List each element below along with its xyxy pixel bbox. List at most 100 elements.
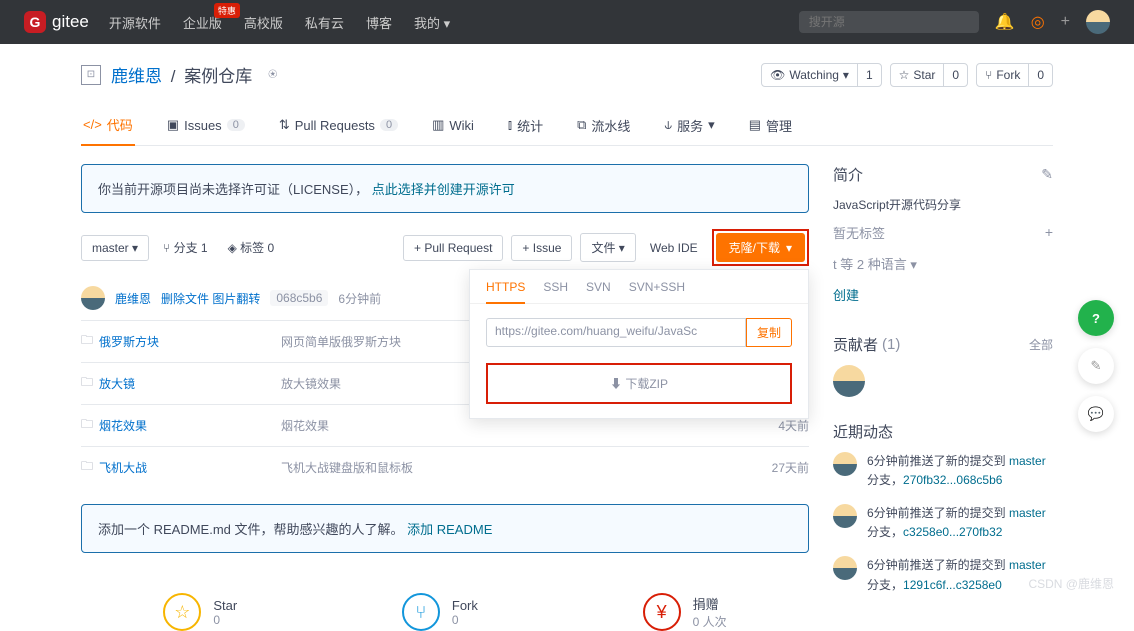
file-row[interactable]: 🗀飞机大战飞机大战键盘版和鼠标板27天前 [81,446,809,488]
contrib-all[interactable]: 全部 [1029,336,1053,353]
commit-message[interactable]: 删除文件 图片翻转 [161,290,260,307]
branch-select[interactable]: master ▾ [81,235,149,261]
nav-enterprise[interactable]: 企业版特惠 [183,13,222,32]
tab-wiki[interactable]: ▥ Wiki [430,105,476,145]
tab-stats[interactable]: ⫾ 统计 [506,105,545,145]
chat-button[interactable]: 💬 [1078,396,1114,432]
folder-icon: 🗀 [81,373,93,394]
file-time: 4天前 [778,417,809,434]
copy-button[interactable]: 复制 [746,318,792,347]
logo-text: gitee [52,12,89,32]
activity-item: 6分钟前推送了新的提交到 master 分支，1291c6f...c3258e0 [833,556,1053,594]
activity-branch[interactable]: master [1009,558,1046,572]
help-button[interactable]: ? [1078,300,1114,336]
tab-issues[interactable]: ▣ Issues 0 [165,105,247,145]
readme-notice: 添加一个 README.md 文件，帮助感兴趣的人了解。 添加 README [81,504,809,553]
commit-time: 6分钟前 [338,290,381,307]
commit-sha[interactable]: 068c5b6 [270,290,328,306]
tab-pipeline[interactable]: ⧉ 流水线 [575,105,632,145]
no-tags: 暂无标签 [833,223,885,242]
activity-hash[interactable]: c3258e0...270fb32 [903,525,1002,539]
branches-link[interactable]: ⑂ 分支 1 [157,234,214,261]
activity-branch[interactable]: master [1009,454,1046,468]
new-pr-button[interactable]: + Pull Request [403,235,503,261]
fork-button[interactable]: ⑂ Fork0 [976,63,1053,87]
file-button[interactable]: 文件 ▾ [580,233,635,262]
license-link[interactable]: 点此选择并创建开源许可 [372,182,515,197]
watermark: CSDN @鹿维恩 [1028,575,1114,592]
tab-code[interactable]: </> 代码 [81,105,135,146]
tab-pr[interactable]: ⇅ Pull Requests 0 [277,105,400,145]
activity-avatar [833,504,857,528]
search-box[interactable] [799,11,979,33]
activity-item: 6分钟前推送了新的提交到 master 分支，c3258e0...270fb32 [833,504,1053,542]
new-issue-button[interactable]: + Issue [511,235,572,261]
repo-tabs: </> 代码 ▣ Issues 0 ⇅ Pull Requests 0 ▥ Wi… [81,105,1053,146]
file-name[interactable]: 放大镜 [99,375,135,392]
star-button[interactable]: ☆ Star0 [890,63,968,87]
repo-icon: ⊡ [81,65,101,85]
plus-icon[interactable]: + [1061,13,1070,31]
gvp-icon: ⍟ [268,66,277,83]
donate-icon: ¥ [643,593,681,631]
repo-title: 鹿维恩 / 案例仓库 [111,62,252,87]
activity-item: 6分钟前推送了新的提交到 master 分支，270fb32...068c5b6 [833,452,1053,490]
tags-link[interactable]: ◈ 标签 0 [222,234,281,261]
clone-highlight: 克隆/下载 ▾ [712,229,809,266]
file-msg: 烟花效果 [281,417,778,434]
nav-edu[interactable]: 高校版 [244,13,283,32]
add-readme-link[interactable]: 添加 README [407,522,492,537]
logo[interactable]: G gitee [24,11,89,33]
repo-owner[interactable]: 鹿维恩 [111,67,162,86]
nav-blog[interactable]: 博客 [366,13,392,32]
activity-avatar [833,452,857,476]
add-tag-icon[interactable]: + [1045,224,1053,240]
zip-highlight: ⬇ 下载ZIP [486,363,792,404]
compass-icon[interactable]: ◎ [1031,12,1045,32]
hot-badge: 特惠 [214,3,240,18]
download-zip-button[interactable]: ⬇ 下载ZIP [490,367,788,400]
nav-private[interactable]: 私有云 [305,13,344,32]
avatar[interactable] [1086,10,1110,34]
edit-icon[interactable]: ✎ [1041,166,1053,183]
activity-title: 近期动态 [833,421,1053,442]
fork-icon: ⑂ [402,593,440,631]
create-link[interactable]: 创建 [833,285,859,304]
star-icon: ☆ [163,593,201,631]
activity-hash[interactable]: 270fb32...068c5b6 [903,473,1002,487]
intro-title: 简介 [833,164,863,185]
nav-opensource[interactable]: 开源软件 [109,13,161,32]
clone-tab-ssh[interactable]: SSH [543,280,568,303]
tab-service[interactable]: ⫝ 服务 ▾ [662,105,716,145]
activity-branch[interactable]: master [1009,506,1046,520]
bell-icon[interactable]: 🔔 [995,12,1015,32]
file-name[interactable]: 飞机大战 [99,459,147,476]
feedback-button[interactable]: ✎ [1078,348,1114,384]
file-msg: 飞机大战键盘版和鼠标板 [281,459,772,476]
watch-button[interactable]: 👁 Watching ▾1 [761,63,882,87]
contrib-title: 贡献者 [833,334,878,355]
logo-icon: G [24,11,46,33]
commit-author[interactable]: 鹿维恩 [115,290,151,307]
top-nav: G gitee 开源软件 企业版特惠 高校版 私有云 博客 我的 ▾ 🔔 ◎ + [0,0,1134,44]
clone-button[interactable]: 克隆/下载 ▾ [716,233,805,262]
lang-info[interactable]: t 等 2 种语言 ▾ [833,254,917,273]
intro-text: JavaScript开源代码分享 [833,195,1053,217]
folder-icon: 🗀 [81,415,93,436]
activity-hash[interactable]: 1291c6f...c3258e0 [903,578,1002,592]
file-time: 27天前 [772,459,809,476]
webide-button[interactable]: Web IDE [644,236,704,260]
clone-url-input[interactable]: https://gitee.com/huang_weifu/JavaSc [486,318,746,347]
nav-mine[interactable]: 我的 ▾ [414,13,450,32]
license-notice: 你当前开源项目尚未选择许可证（LICENSE）， 点此选择并创建开源许可 [81,164,809,213]
folder-icon: 🗀 [81,331,93,352]
file-name[interactable]: 烟花效果 [99,417,147,434]
file-name[interactable]: 俄罗斯方块 [99,333,159,350]
search-input[interactable] [809,15,969,29]
tab-admin[interactable]: ▤ 管理 [747,105,794,145]
repo-name[interactable]: 案例仓库 [184,67,252,86]
contributor-avatar[interactable] [833,365,865,397]
clone-tab-svnssh[interactable]: SVN+SSH [629,280,685,303]
clone-tab-https[interactable]: HTTPS [486,280,525,304]
clone-tab-svn[interactable]: SVN [586,280,611,303]
